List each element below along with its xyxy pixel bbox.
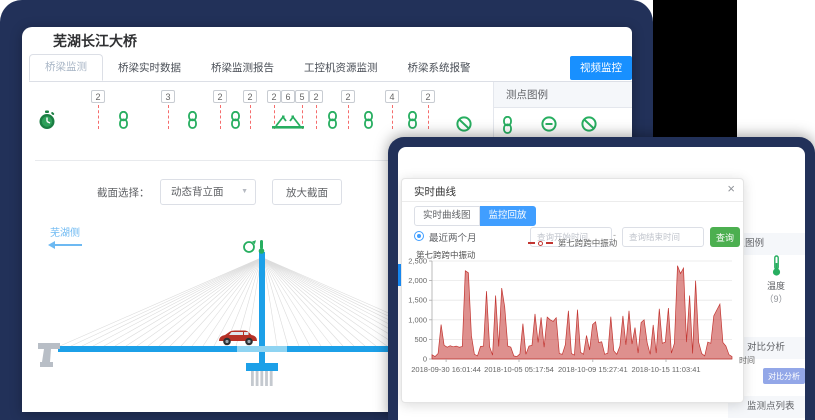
sensor-marker[interactable]: 3 [161,90,175,129]
sensor-marker[interactable]: 2 [91,90,105,129]
range-separator: - [613,230,616,240]
sensor-dash-line [392,105,393,129]
sensor-marker[interactable]: 2 [421,90,435,129]
sensor-dash-line [316,105,317,129]
tab-realtime-data[interactable]: 桥梁实时数据 [103,55,196,81]
sensor-marker[interactable]: 2 [309,90,323,129]
sensor-count-badge: 2 [421,90,435,103]
left-abutment [38,343,60,367]
sensor-count-badge: 4 [385,90,399,103]
svg-text:2018-10-09 15:27:41: 2018-10-09 15:27:41 [558,365,628,374]
car [219,331,257,346]
dialog-tab-group: 实时曲线图 监控回放 [414,206,536,226]
chain-link-icon[interactable] [406,111,419,129]
sensor-dash-line [98,105,99,129]
no-entry-icon[interactable] [581,116,597,132]
bridge-crane-icon[interactable] [272,113,304,129]
radio-label: 最近两个月 [429,230,477,244]
zoom-section-button[interactable]: 放大截面 [272,179,342,205]
tab-monitor-report[interactable]: 桥梁监测报告 [196,55,289,81]
sensor-marker[interactable]: 2 [341,90,355,129]
chain-link-icon[interactable] [229,111,242,129]
svg-text:500: 500 [414,335,427,344]
legend-item-temperature[interactable]: 温度 （9） [754,255,798,305]
sensor-count-badge: 3 [161,90,175,103]
video-monitor-button[interactable]: 视频监控 [570,56,632,80]
sensor-dash-line [428,105,429,129]
svg-text:0: 0 [423,355,427,364]
thermometer-icon [772,255,781,277]
svg-text:1,500: 1,500 [408,296,427,305]
radio-last-two-months[interactable] [414,231,424,241]
dialog-header-divider [402,201,743,202]
sensor-count-badge: 2 [341,90,355,103]
sensor-dash-line [168,105,169,129]
sensor-dash-line [250,105,251,129]
svg-text:2,500: 2,500 [408,257,427,266]
sensor-count-badge: 2 [213,90,227,103]
sensor-dash-line [348,105,349,129]
tower-top-sensor-icons [244,240,264,254]
realtime-curve-dialog: 实时曲线 × 实时曲线图 监控回放 最近两个月 - 查询 第七跨跨中振动 [401,178,744,403]
svg-text:2,000: 2,000 [408,276,427,285]
tab-realtime-curve[interactable]: 实时曲线图 [414,206,480,226]
temperature-count: （9） [754,292,798,305]
chain-link-icon[interactable] [362,111,375,129]
chain-link-icon[interactable] [117,111,130,129]
tower-cap [246,363,278,371]
compare-analysis-button[interactable]: 对比分析 [763,368,805,384]
query-end-input[interactable] [622,227,704,247]
sensor-dash-line [220,105,221,129]
sensor-count-badge: 2 [267,90,281,103]
svg-text:2018-10-05 05:17:54: 2018-10-05 05:17:54 [484,365,554,374]
temperature-label: 温度 [754,279,798,292]
no-entry-icon[interactable] [456,116,472,132]
sensor-count-badge: 2 [91,90,105,103]
sensor-marker[interactable]: 2 [243,90,257,129]
sensor-marker[interactable]: 2 [213,90,227,129]
chain-link-icon[interactable] [186,111,199,129]
sensor-marker[interactable]: 4 [385,90,399,129]
section-select-value: 动态背立面 [171,186,224,198]
query-start-input[interactable] [530,227,612,247]
background-black-region [653,0,737,140]
tab-bar: 桥梁监测 桥梁实时数据 桥梁监测报告 工控机资源监测 桥梁系统报警 [29,56,632,82]
page-title: 芜湖长江大桥 [53,31,137,51]
tab-system-alarm[interactable]: 桥梁系统报警 [393,55,486,81]
section-select-label: 截面选择： [97,185,150,200]
chain-link-icon[interactable] [326,111,339,129]
sensor-count-badge: 6 [281,90,295,103]
dialog-title: 实时曲线 [414,184,456,199]
chevron-down-icon: ▼ [241,180,248,204]
sensor-count-badge: 2 [309,90,323,103]
query-button[interactable]: 查询 [710,227,740,247]
svg-text:1,000: 1,000 [408,315,427,324]
tower-piles [251,371,273,386]
secondary-window-content: 测点图例 温度 （9） 对比分析 对比分析 监测点列表 实时曲线 × 实时曲线 [398,147,805,420]
tab-monitor-playback[interactable]: 监控回放 [480,206,536,226]
tab-bridge-monitor[interactable]: 桥梁监测 [29,54,103,81]
bridge-deck-joint [237,346,287,352]
svg-text:2018-10-15 11:03:41: 2018-10-15 11:03:41 [631,365,700,374]
svg-text:2018-09-30 16:01:44: 2018-09-30 16:01:44 [411,365,481,374]
tab-ipc-resource[interactable]: 工控机资源监测 [289,55,393,81]
secondary-app-window: 测点图例 温度 （9） 对比分析 对比分析 监测点列表 实时曲线 × 实时曲线 [388,137,815,420]
sensor-count-badge: 2 [243,90,257,103]
chain-link-icon[interactable] [501,116,514,134]
circle-minus-icon[interactable] [541,116,557,132]
vibration-chart: 0 500 1,000 1,500 2,000 2,500 2018-09-30 16:01… [404,255,740,383]
stopwatch-icon[interactable] [38,110,56,130]
section-select-dropdown[interactable]: 动态背立面 ▼ [160,179,256,205]
screenshot-root: 芜湖长江大桥 桥梁监测 桥梁实时数据 桥梁监测报告 工控机资源监测 桥梁系统报警… [0,0,815,420]
sensor-count-badge: 5 [295,90,309,103]
svg-text:时间: 时间 [739,355,755,365]
bridge-side-label: 芜湖侧 [50,224,80,239]
close-icon[interactable]: × [727,181,735,196]
legend-panel-header: 测点图例 [494,82,632,108]
